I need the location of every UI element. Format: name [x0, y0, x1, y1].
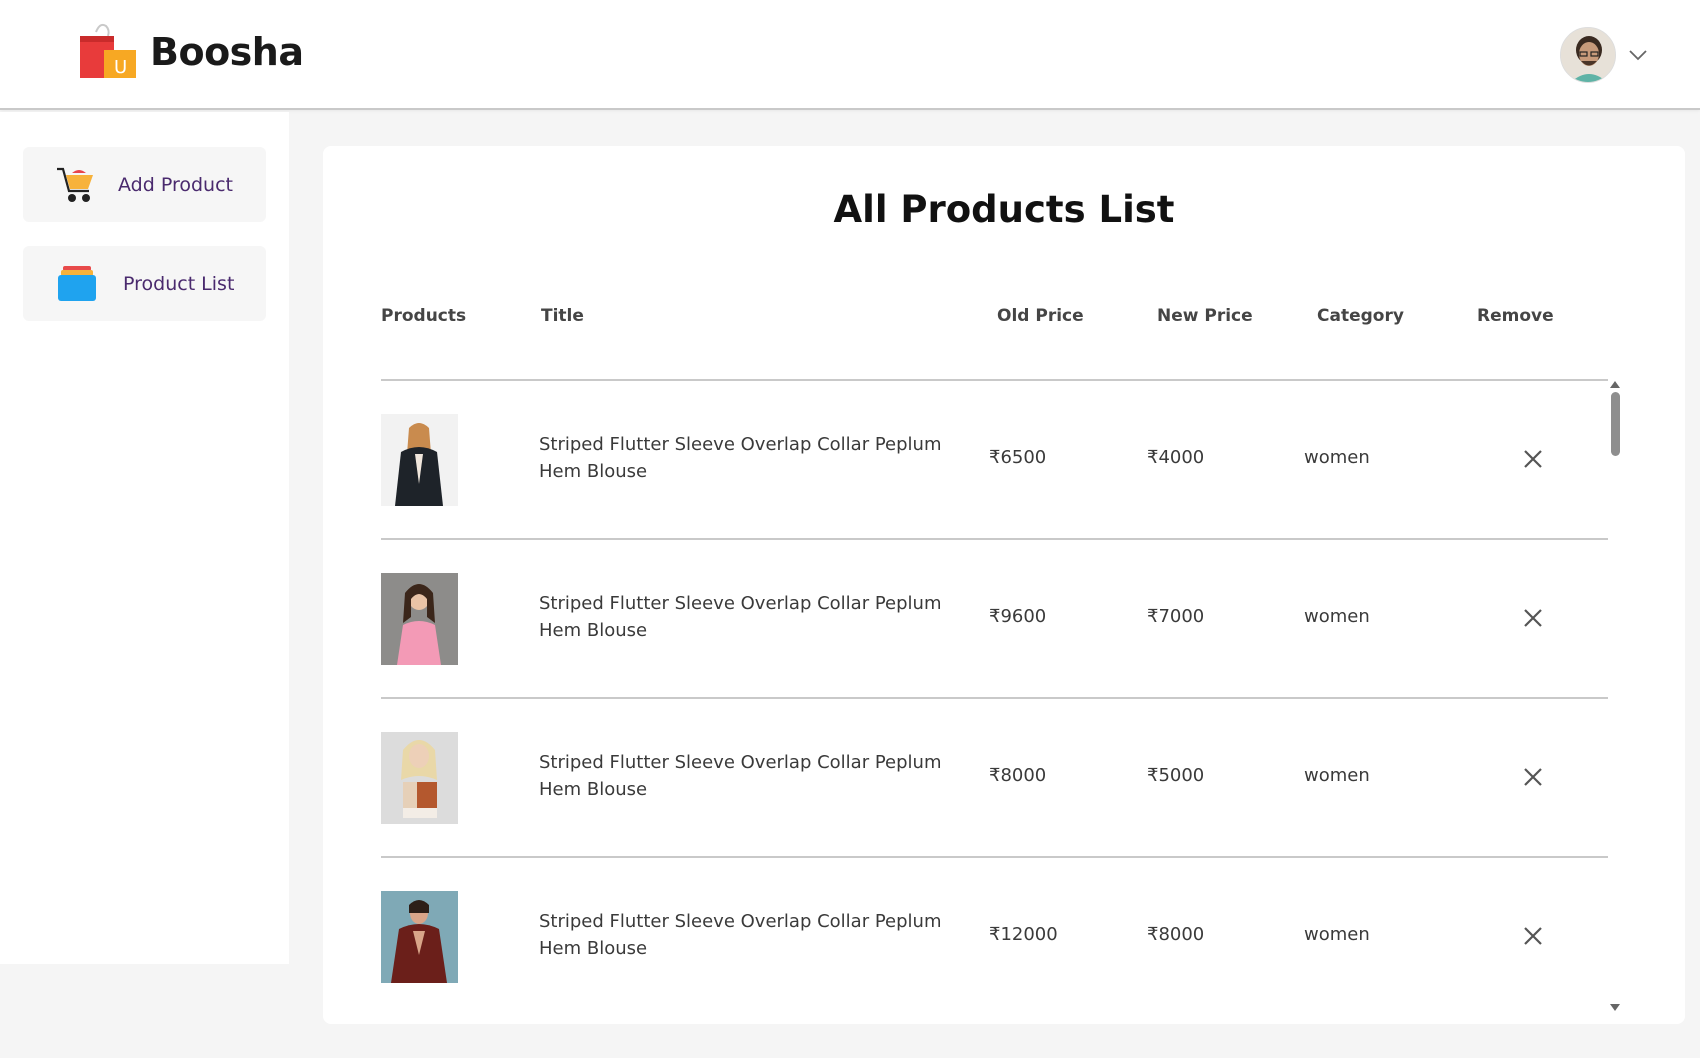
- sidebar: Add Product Product List: [0, 112, 289, 964]
- old-price: ₹6500: [989, 447, 1047, 468]
- sidebar-item-add-product[interactable]: Add Product: [23, 147, 266, 222]
- product-thumbnail: [381, 414, 458, 506]
- column-header-remove: Remove: [1477, 306, 1554, 326]
- profile-menu[interactable]: [1560, 27, 1648, 83]
- avatar[interactable]: [1560, 27, 1616, 83]
- remove-icon[interactable]: [1522, 607, 1544, 629]
- new-price: ₹4000: [1147, 447, 1205, 468]
- remove-icon[interactable]: [1522, 925, 1544, 947]
- brand[interactable]: U Boosha: [78, 22, 304, 82]
- old-price: ₹9600: [989, 606, 1047, 627]
- svg-text:U: U: [114, 57, 127, 78]
- shopping-bag-logo-icon: U: [78, 22, 138, 82]
- product-thumbnail: [381, 891, 458, 983]
- scroll-up-arrow-icon[interactable]: [1609, 374, 1621, 388]
- category: women: [1304, 447, 1370, 468]
- product-title: Striped Flutter Sleeve Overlap Collar Pe…: [539, 434, 942, 482]
- new-price: ₹7000: [1147, 606, 1205, 627]
- old-price: ₹8000: [989, 765, 1047, 786]
- sidebar-item-label: Product List: [123, 272, 235, 295]
- category: women: [1304, 606, 1370, 627]
- product-list-panel: All Products List Products Title Old Pri…: [323, 146, 1685, 1024]
- chevron-down-icon[interactable]: [1628, 45, 1648, 65]
- product-list-icon: [55, 264, 99, 304]
- column-header-new-price: New Price: [1157, 306, 1253, 326]
- sidebar-item-product-list[interactable]: Product List: [23, 246, 266, 321]
- product-title: Striped Flutter Sleeve Overlap Collar Pe…: [539, 911, 942, 959]
- cart-icon: [55, 165, 99, 205]
- category: women: [1304, 924, 1370, 945]
- new-price: ₹8000: [1147, 924, 1205, 945]
- new-price: ₹5000: [1147, 765, 1205, 786]
- sidebar-item-label: Add Product: [118, 173, 233, 196]
- scrollbar-thumb[interactable]: [1611, 392, 1620, 456]
- column-header-category: Category: [1317, 306, 1404, 326]
- table-row: Striped Flutter Sleeve Overlap Collar Pe…: [323, 699, 1685, 858]
- old-price: ₹12000: [989, 924, 1058, 945]
- table-row: Striped Flutter Sleeve Overlap Collar Pe…: [323, 540, 1685, 699]
- product-thumbnail: [381, 732, 458, 824]
- column-header-title: Title: [541, 306, 584, 326]
- scroll-down-arrow-icon[interactable]: [1609, 998, 1621, 1011]
- table-row: Striped Flutter Sleeve Overlap Collar Pe…: [323, 381, 1685, 540]
- product-thumbnail: [381, 573, 458, 665]
- remove-icon[interactable]: [1522, 448, 1544, 470]
- table-header: Products Title Old Price New Price Categ…: [323, 306, 1685, 336]
- column-header-products: Products: [381, 306, 467, 326]
- table-row: Striped Flutter Sleeve Overlap Collar Pe…: [323, 858, 1685, 1017]
- brand-name: Boosha: [150, 30, 304, 74]
- product-title: Striped Flutter Sleeve Overlap Collar Pe…: [539, 593, 942, 641]
- remove-icon[interactable]: [1522, 766, 1544, 788]
- product-title: Striped Flutter Sleeve Overlap Collar Pe…: [539, 752, 942, 800]
- page-title: All Products List: [833, 188, 1175, 231]
- column-header-old-price: Old Price: [997, 306, 1084, 326]
- top-navbar: U Boosha: [0, 0, 1700, 110]
- category: women: [1304, 765, 1370, 786]
